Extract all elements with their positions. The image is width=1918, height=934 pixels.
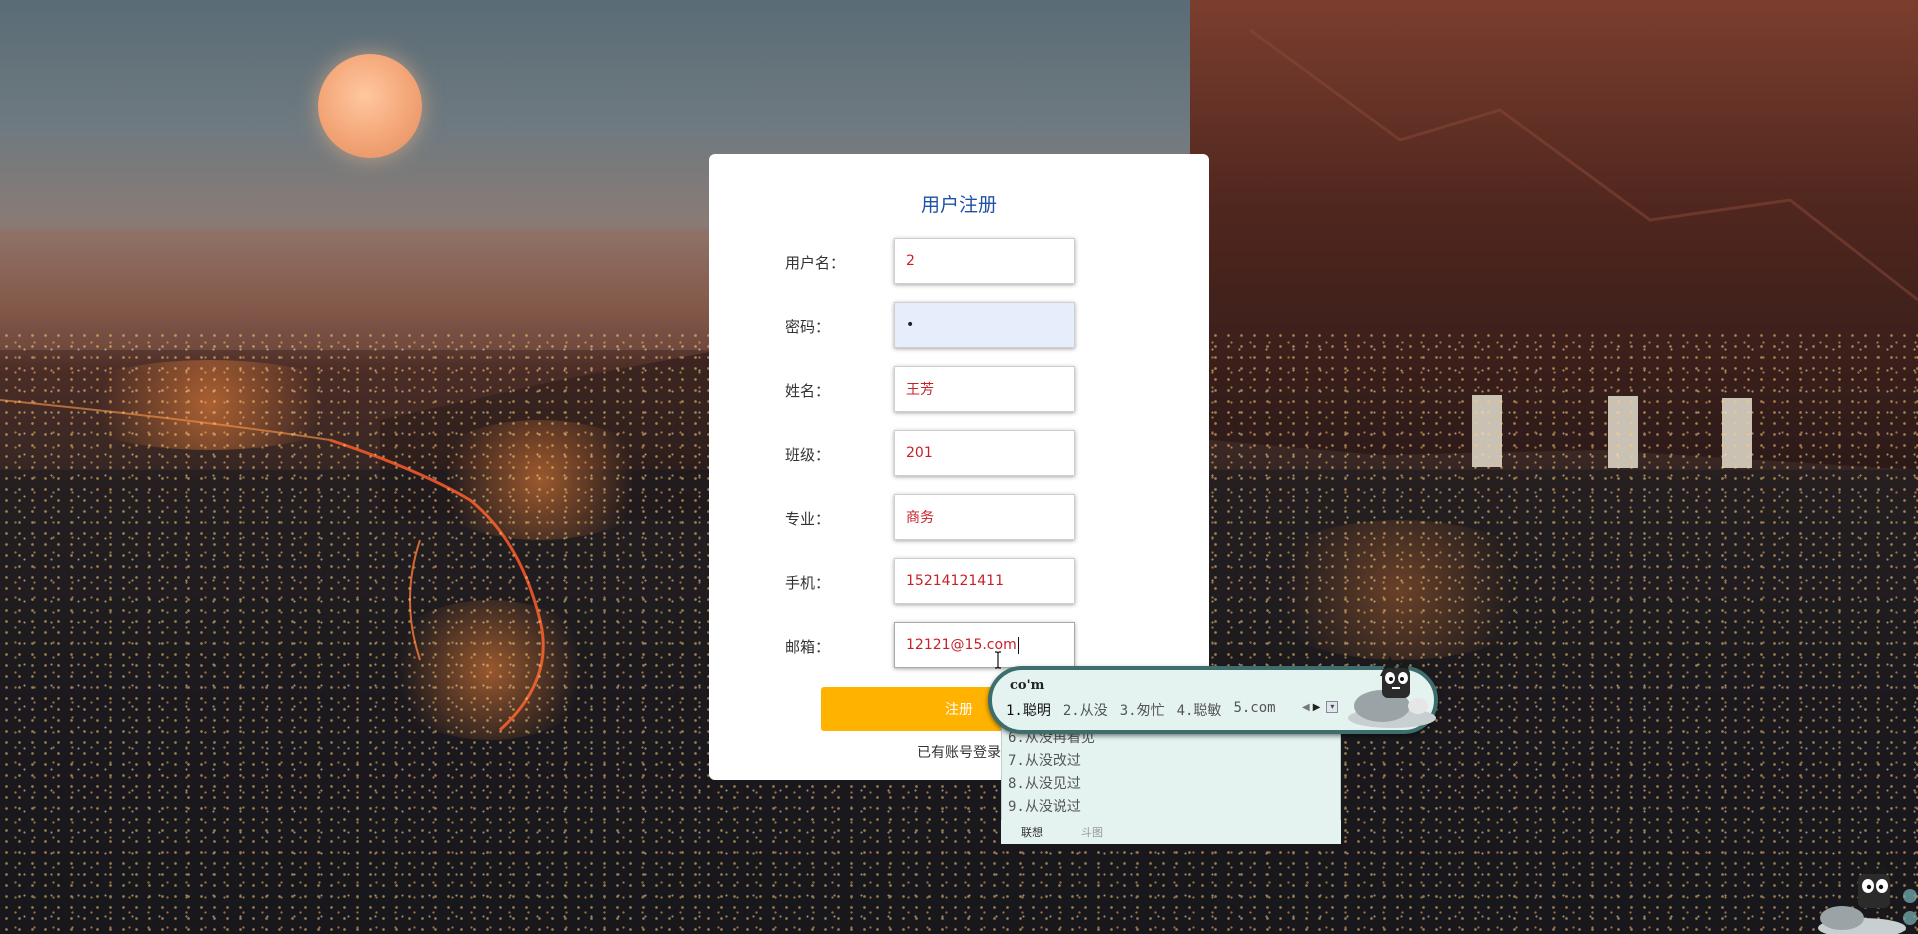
password-row: 密码： xyxy=(709,302,1209,348)
moon xyxy=(318,54,422,158)
ime-candidate-3[interactable]: 3.匆忙 xyxy=(1120,700,1165,720)
ime-candidate-2[interactable]: 2.从没 xyxy=(1063,700,1108,720)
major-input[interactable] xyxy=(894,494,1075,540)
password-input[interactable] xyxy=(894,302,1075,348)
ime-prev-arrow-icon[interactable]: ◀ xyxy=(1302,702,1310,713)
ime-footer: 联想 斗图 xyxy=(1001,820,1341,844)
ime-candidate-8[interactable]: 8.从没见过 xyxy=(1008,773,1081,793)
ime-next-arrow-icon[interactable]: ▶ xyxy=(1313,702,1321,713)
phone-row: 手机： xyxy=(709,558,1209,604)
username-input[interactable] xyxy=(894,238,1075,284)
email-input[interactable]: 12121@15.com xyxy=(894,622,1075,668)
ime-menu-icon[interactable]: ▾ xyxy=(1326,701,1339,713)
username-row: 用户名： xyxy=(709,238,1209,284)
name-row: 姓名： xyxy=(709,366,1209,412)
ime-candidate-4[interactable]: 4.聪敏 xyxy=(1177,700,1222,720)
email-row: 邮箱： 12121@15.com xyxy=(709,622,1209,668)
password-label: 密码： xyxy=(785,318,831,336)
text-caret xyxy=(1017,636,1019,654)
name-input[interactable] xyxy=(894,366,1075,412)
phone-input[interactable] xyxy=(894,558,1075,604)
ime-composition-text: co'm xyxy=(1010,678,1045,693)
ime-candidate-1[interactable]: 1.聪明 xyxy=(1006,700,1051,720)
ime-doutu-tab[interactable]: 斗图 xyxy=(1081,824,1103,840)
ime-lianxiang-tab[interactable]: 联想 xyxy=(1021,824,1043,840)
ime-candidate-7[interactable]: 7.从没改过 xyxy=(1008,750,1081,770)
class-row: 班级： xyxy=(709,430,1209,476)
username-label: 用户名： xyxy=(785,254,846,272)
email-label: 邮箱： xyxy=(785,638,831,656)
corner-mascot-icon xyxy=(1818,862,1917,934)
ime-candidate-row: 1.聪明 2.从没 3.匆忙 4.聪敏 5.com xyxy=(1006,700,1276,720)
major-row: 专业： xyxy=(709,494,1209,540)
ime-candidate-9[interactable]: 9.从没说过 xyxy=(1008,796,1081,816)
class-label: 班级： xyxy=(785,446,831,464)
ime-mascot-icon xyxy=(1348,656,1436,728)
major-label: 专业： xyxy=(785,510,831,528)
ime-page-controls: ◀ ▶ ▾ xyxy=(1302,701,1339,713)
ime-candidate-5[interactable]: 5.com xyxy=(1233,700,1275,720)
class-input[interactable] xyxy=(894,430,1075,476)
page-title: 用户注册 xyxy=(920,194,997,216)
phone-label: 手机： xyxy=(785,574,831,592)
ibeam-cursor-icon xyxy=(995,651,1001,669)
name-label: 姓名： xyxy=(785,382,831,400)
